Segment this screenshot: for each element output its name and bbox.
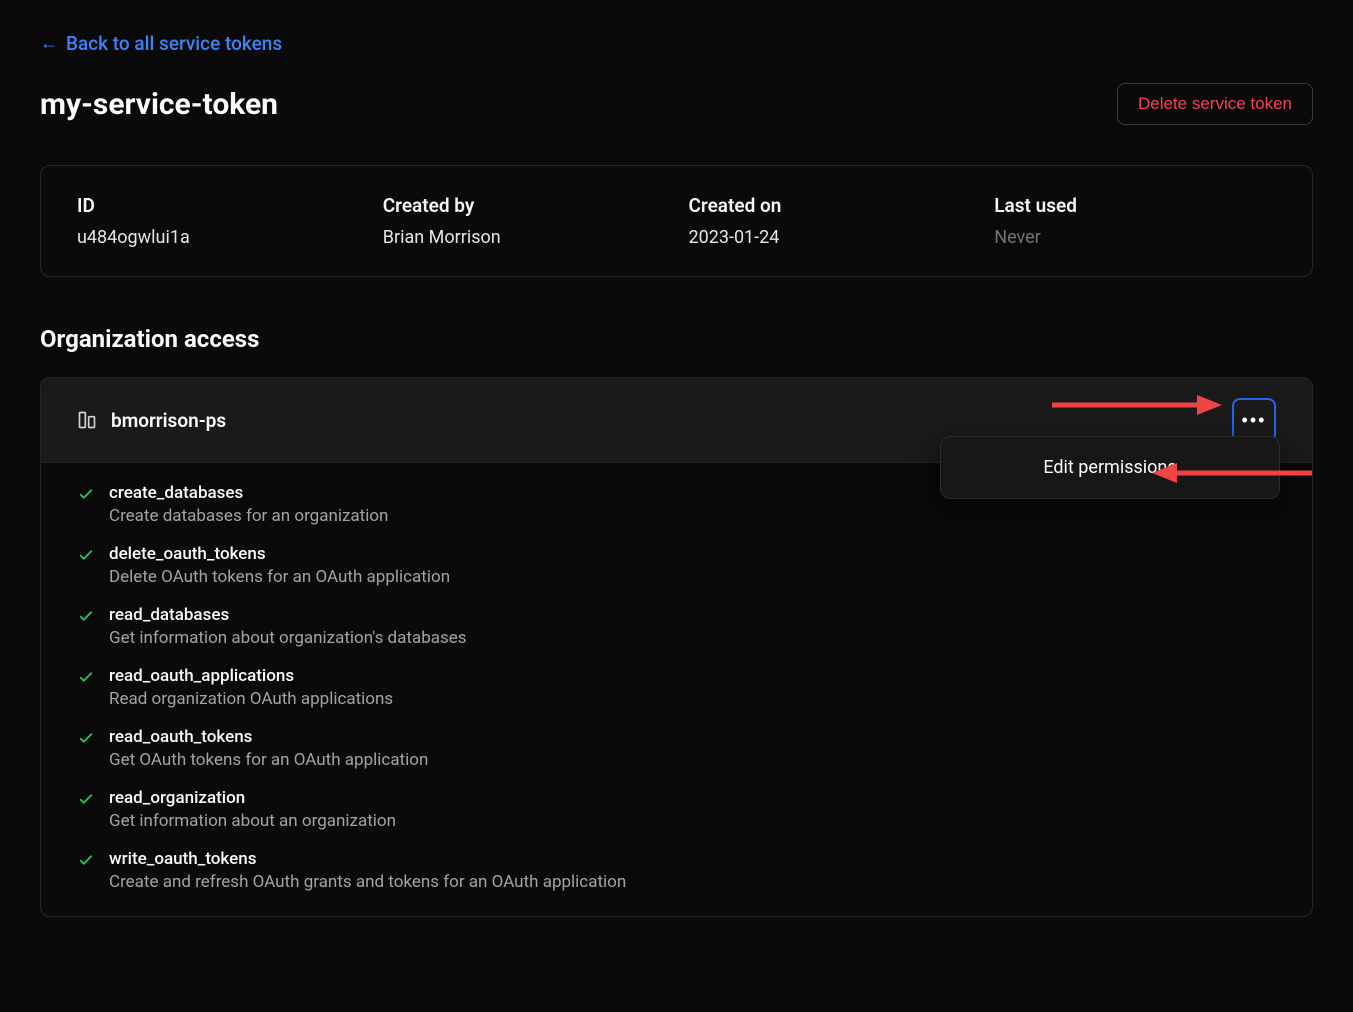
dropdown-menu: Edit permissions: [940, 436, 1280, 499]
permission-name: read_organization: [109, 788, 396, 808]
permission-item: read_oauth_applications Read organization…: [77, 666, 1276, 709]
organization-icon: [77, 410, 97, 430]
permission-item: read_databases Get information about orga…: [77, 605, 1276, 648]
org-name: bmorrison-ps: [111, 409, 226, 432]
permission-name: delete_oauth_tokens: [109, 544, 450, 564]
info-id-value: u484ogwlui1a: [77, 227, 359, 248]
info-last-used-value: Never: [994, 227, 1276, 248]
info-id-label: ID: [77, 194, 359, 217]
info-created-by: Created by Brian Morrison: [383, 194, 665, 248]
org-header: bmorrison-ps ••• Edit permissions: [41, 378, 1312, 463]
check-icon: [77, 546, 95, 564]
permission-desc: Create databases for an organization: [109, 506, 388, 526]
edit-permissions-item[interactable]: Edit permissions: [947, 443, 1273, 492]
org-card: bmorrison-ps ••• Edit permissions create…: [40, 377, 1313, 917]
org-name-wrap: bmorrison-ps: [77, 409, 226, 432]
back-link[interactable]: ← Back to all service tokens: [40, 32, 282, 55]
info-id: ID u484ogwlui1a: [77, 194, 359, 248]
more-horizontal-icon: •••: [1242, 410, 1267, 431]
check-icon: [77, 729, 95, 747]
permissions-list: create_databases Create databases for an …: [41, 463, 1312, 916]
delete-service-token-button[interactable]: Delete service token: [1117, 83, 1313, 125]
info-created-on-value: 2023-01-24: [689, 227, 971, 248]
back-link-text: Back to all service tokens: [66, 32, 282, 55]
permission-name: create_databases: [109, 483, 388, 503]
permission-item: read_oauth_tokens Get OAuth tokens for an…: [77, 727, 1276, 770]
info-card: ID u484ogwlui1a Created by Brian Morriso…: [40, 165, 1313, 277]
info-last-used: Last used Never: [994, 194, 1276, 248]
info-created-by-label: Created by: [383, 194, 665, 217]
annotation-arrow-1: [1052, 390, 1222, 420]
permission-text: read_databases Get information about orga…: [109, 605, 467, 648]
permission-text: read_oauth_applications Read organization…: [109, 666, 393, 709]
permission-text: delete_oauth_tokens Delete OAuth tokens f…: [109, 544, 450, 587]
arrow-left-icon: ←: [40, 33, 58, 54]
permission-desc: Get information about organization's dat…: [109, 628, 467, 648]
permission-text: write_oauth_tokens Create and refresh OAu…: [109, 849, 626, 892]
permission-name: read_oauth_applications: [109, 666, 393, 686]
permission-desc: Create and refresh OAuth grants and toke…: [109, 872, 626, 892]
info-last-used-label: Last used: [994, 194, 1276, 217]
permission-desc: Get information about an organization: [109, 811, 396, 831]
org-access-heading: Organization access: [40, 325, 1313, 353]
info-created-on-label: Created on: [689, 194, 971, 217]
check-icon: [77, 607, 95, 625]
permission-item: write_oauth_tokens Create and refresh OAu…: [77, 849, 1276, 892]
permission-item: delete_oauth_tokens Delete OAuth tokens f…: [77, 544, 1276, 587]
info-created-on: Created on 2023-01-24: [689, 194, 971, 248]
check-icon: [77, 790, 95, 808]
permission-name: read_oauth_tokens: [109, 727, 428, 747]
page-title: my-service-token: [40, 87, 278, 122]
permission-desc: Delete OAuth tokens for an OAuth applica…: [109, 567, 450, 587]
info-created-by-value: Brian Morrison: [383, 227, 665, 248]
header-row: my-service-token Delete service token: [40, 83, 1313, 125]
permission-desc: Read organization OAuth applications: [109, 689, 393, 709]
permission-item: read_organization Get information about a…: [77, 788, 1276, 831]
permission-text: read_oauth_tokens Get OAuth tokens for an…: [109, 727, 428, 770]
permission-desc: Get OAuth tokens for an OAuth applicatio…: [109, 750, 428, 770]
permission-name: read_databases: [109, 605, 467, 625]
permission-text: read_organization Get information about a…: [109, 788, 396, 831]
check-icon: [77, 851, 95, 869]
check-icon: [77, 485, 95, 503]
permission-name: write_oauth_tokens: [109, 849, 626, 869]
check-icon: [77, 668, 95, 686]
permission-text: create_databases Create databases for an …: [109, 483, 388, 526]
